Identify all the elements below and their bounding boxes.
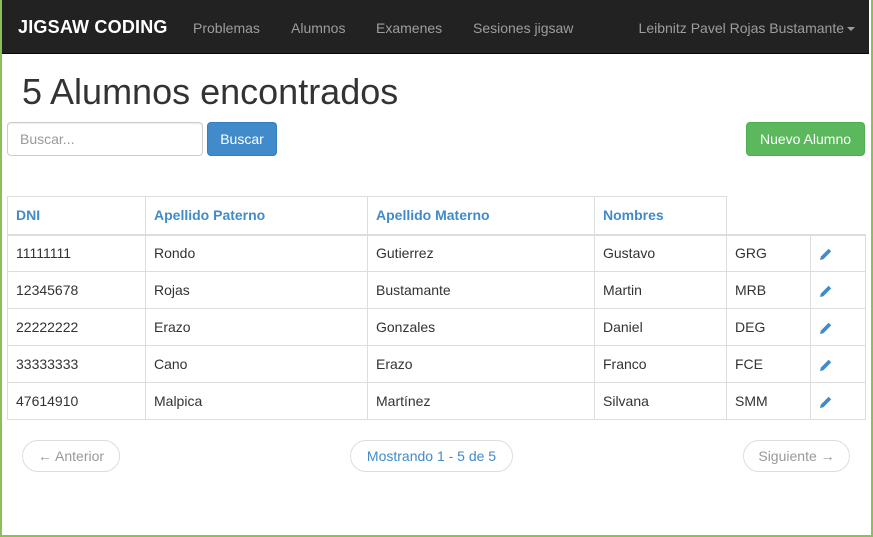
pencil-icon[interactable] — [819, 247, 833, 261]
cell-apellido-paterno: Malpica — [145, 382, 368, 420]
table-row: 12345678 Rojas Bustamante Martin MRB — [7, 271, 866, 309]
cell-actions — [810, 345, 866, 383]
nav-link-problemas[interactable]: Problemas — [193, 20, 260, 36]
cell-code: DEG — [726, 308, 811, 346]
search-input[interactable] — [7, 122, 203, 156]
cell-actions — [810, 234, 866, 272]
cell-code: SMM — [726, 382, 811, 420]
cell-apellido-materno: Gonzales — [367, 308, 595, 346]
cell-nombres: Franco — [594, 345, 727, 383]
cell-actions — [810, 382, 866, 420]
cell-dni: 22222222 — [7, 308, 146, 346]
students-table: DNI Apellido Paterno Apellido Materno No… — [7, 196, 866, 420]
table-header-row: DNI Apellido Paterno Apellido Materno No… — [7, 196, 866, 236]
cell-code: FCE — [726, 345, 811, 383]
table-row: 22222222 Erazo Gonzales Daniel DEG — [7, 308, 866, 346]
user-menu[interactable]: Leibnitz Pavel Rojas Bustamante — [639, 20, 855, 36]
search-button[interactable]: Buscar — [207, 122, 277, 156]
brand-link[interactable]: JIGSAW CODING — [18, 17, 168, 38]
column-header-dni[interactable]: DNI — [7, 196, 146, 236]
cell-nombres: Daniel — [594, 308, 727, 346]
cell-dni: 33333333 — [7, 345, 146, 383]
table-row: 11111111 Rondo Gutierrez Gustavo GRG — [7, 234, 866, 272]
previous-page-button[interactable]: ← Anterior — [22, 440, 120, 472]
cell-dni: 11111111 — [7, 234, 146, 272]
cell-nombres: Gustavo — [594, 234, 727, 272]
cell-apellido-materno: Gutierrez — [367, 234, 595, 272]
cell-apellido-paterno: Cano — [145, 345, 368, 383]
column-header-apellido-materno[interactable]: Apellido Materno — [367, 196, 595, 236]
cell-dni: 12345678 — [7, 271, 146, 309]
cell-apellido-paterno: Rojas — [145, 271, 368, 309]
pencil-icon[interactable] — [819, 284, 833, 298]
cell-actions — [810, 271, 866, 309]
column-header-nombres[interactable]: Nombres — [594, 196, 727, 236]
user-name: Leibnitz Pavel Rojas Bustamante — [638, 20, 844, 36]
pagination-info: Mostrando 1 - 5 de 5 — [350, 440, 513, 472]
cell-code: MRB — [726, 271, 811, 309]
next-page-button[interactable]: Siguiente → — [743, 440, 850, 472]
cell-apellido-materno: Erazo — [367, 345, 595, 383]
pencil-icon[interactable] — [819, 358, 833, 372]
nav-link-alumnos[interactable]: Alumnos — [291, 20, 345, 36]
caret-down-icon — [847, 27, 855, 32]
cell-nombres: Martin — [594, 271, 727, 309]
nav-link-examenes[interactable]: Examenes — [376, 20, 442, 36]
cell-actions — [810, 308, 866, 346]
pencil-icon[interactable] — [819, 395, 833, 409]
table-row: 33333333 Cano Erazo Franco FCE — [7, 345, 866, 383]
nav-link-sesiones-jigsaw[interactable]: Sesiones jigsaw — [473, 20, 573, 36]
cell-code: GRG — [726, 234, 811, 272]
cell-apellido-paterno: Erazo — [145, 308, 368, 346]
navbar: JIGSAW CODING Problemas Alumnos Examenes… — [2, 0, 869, 54]
cell-dni: 47614910 — [7, 382, 146, 420]
cell-apellido-materno: Bustamante — [367, 271, 595, 309]
cell-apellido-paterno: Rondo — [145, 234, 368, 272]
cell-apellido-materno: Martínez — [367, 382, 595, 420]
cell-nombres: Silvana — [594, 382, 727, 420]
column-header-blank — [726, 196, 811, 236]
new-student-button[interactable]: Nuevo Alumno — [746, 122, 865, 156]
page-title: 5 Alumnos encontrados — [22, 71, 399, 112]
table-row: 47614910 Malpica Martínez Silvana SMM — [7, 382, 866, 420]
column-header-apellido-paterno[interactable]: Apellido Paterno — [145, 196, 368, 236]
column-header-blank — [810, 196, 866, 236]
pencil-icon[interactable] — [819, 321, 833, 335]
